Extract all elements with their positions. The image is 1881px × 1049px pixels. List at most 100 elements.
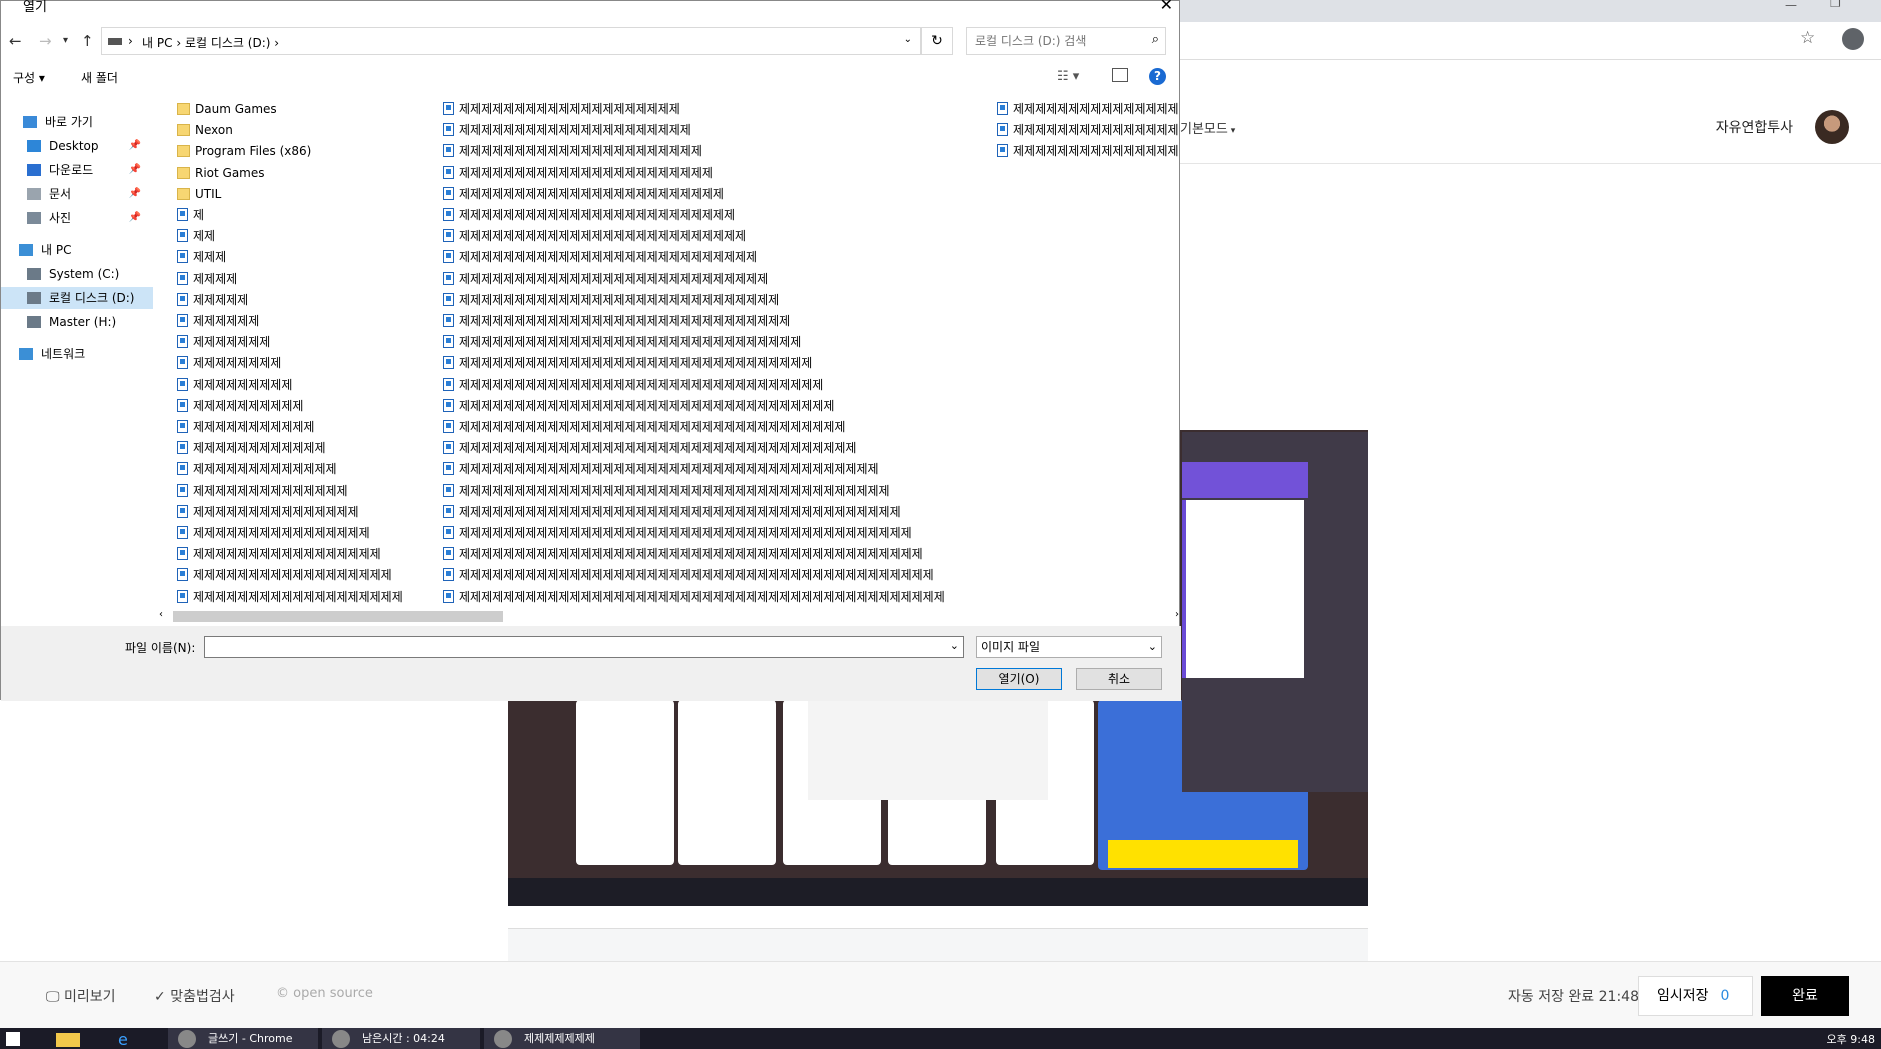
profile-icon[interactable] — [1842, 28, 1864, 50]
file-item[interactable]: 제제제제제제제제제제제제제제제제제제제제제제제제제제제제 — [443, 269, 768, 290]
ie-icon[interactable]: e — [118, 1030, 128, 1049]
file-item[interactable]: 제제제제제제제제제제제제제제제제제제제제제 — [443, 120, 691, 141]
view-options-icon[interactable]: ☷ ▾ — [1057, 69, 1079, 84]
pin-icon[interactable]: 📌 — [129, 207, 141, 229]
file-item[interactable]: 제제제제제제제제제제제제제제제제제제제제제제제제제제제 — [443, 247, 757, 268]
file-item[interactable]: 제제제제제제제제제제제제제제제 — [177, 502, 359, 523]
file-item[interactable]: 제제제제제제제제제제제제제제제제제제제제제제제제제제제제제제제제제제 — [443, 396, 834, 417]
chevron-down-icon[interactable]: ⌄ — [950, 639, 959, 652]
file-item[interactable]: 제제제제 — [177, 269, 237, 290]
file-item[interactable]: 제제제제제제제제제제제제 — [177, 438, 325, 459]
file-item[interactable]: 제제제제제제제제제제제제제제제제제제제제제제제제제제제제제제제제제제제제제제제제… — [443, 565, 934, 586]
nav-item[interactable]: Master (H:) — [1, 311, 153, 333]
file-item[interactable]: 제제제제제제제제제제제제제제제제제제제 — [177, 587, 403, 605]
pin-icon[interactable]: 📌 — [129, 183, 141, 205]
open-button[interactable]: 열기(O) — [976, 668, 1062, 690]
file-item[interactable]: 제제제 — [177, 247, 226, 268]
bookmark-star-icon[interactable]: ☆ — [1800, 28, 1815, 48]
restore-icon[interactable]: ❐ — [1830, 0, 1841, 10]
file-item[interactable]: 제제제제제제제제제제제제제제제제제제제제제제제 — [443, 163, 713, 184]
search-input[interactable] — [975, 28, 1135, 54]
pin-icon[interactable]: 📌 — [129, 159, 141, 181]
nav-item[interactable]: 사진 📌 — [1, 207, 153, 229]
preview-button[interactable]: 🖵 미리보기 — [46, 986, 115, 1006]
user-name[interactable]: 자유연합투사 — [1716, 117, 1793, 137]
recent-dropdown-icon[interactable]: ▾ — [63, 35, 68, 46]
filename-input[interactable] — [208, 637, 928, 657]
draft-save-button[interactable]: 임시저장 0 — [1638, 976, 1753, 1016]
file-item[interactable]: 제제제제제제제제제제제제제제제제제제제제제제제제제제제제제제제제제제제제제제제제… — [443, 544, 923, 565]
file-item[interactable]: 제제제제제제제제제제제제제제제제제제제제제제제제제제제제제제제제제제제제 — [443, 438, 856, 459]
file-item[interactable]: 제제제제제제제제제제제제제제제제제제제제제제제제제제제제제제제제 — [443, 353, 812, 374]
folder-item[interactable]: Daum Games — [177, 99, 277, 120]
close-icon[interactable]: ✕ — [1160, 0, 1173, 14]
taskbar-item[interactable]: 제제제제제제제 — [484, 1028, 640, 1049]
file-item[interactable]: 제제제제제제제제제제제제제제제제제제제제제제제제제제제제제제제제제 — [443, 375, 823, 396]
file-item[interactable]: 제제제제제제제 — [177, 332, 270, 353]
scroll-right-icon[interactable]: › — [1175, 609, 1179, 620]
clock[interactable]: 오후 9:48 — [1827, 1031, 1875, 1047]
file-item[interactable]: 제제제제제제제제제제제제제 — [177, 459, 337, 480]
nav-item[interactable]: Desktop 📌 — [1, 135, 153, 157]
file-item[interactable]: 제제제제제제제제제제제제제제제제제제제제제제제제제제 — [443, 226, 746, 247]
taskbar-item[interactable]: 글쓰기 - Chrome — [168, 1028, 318, 1049]
pin-icon[interactable]: 📌 — [129, 135, 141, 157]
breadcrumb-drive-d[interactable]: 로컬 디스크 (D:) — [185, 36, 270, 50]
spellcheck-button[interactable]: ✓ 맞춤법검사 — [154, 986, 235, 1006]
organize-button[interactable]: 구성 ▾ — [13, 69, 45, 86]
cancel-button[interactable]: 취소 — [1076, 668, 1162, 690]
scroll-left-icon[interactable]: ‹ — [159, 609, 163, 620]
filetype-select[interactable]: 이미지 파일 ⌄ — [976, 636, 1162, 658]
file-item[interactable]: 제제제제제제제제제제제제제제제제제제제제제제제제제제제제제제 — [443, 311, 790, 332]
horizontal-scrollbar[interactable]: ‹ › — [159, 608, 1179, 625]
avatar[interactable] — [1815, 110, 1849, 144]
nav-item[interactable]: 바로 가기 — [1, 111, 153, 133]
forward-arrow-icon[interactable]: → — [39, 32, 52, 50]
file-item[interactable]: 제제제제제제제제제제제제제제제제제제제제제제제제제제제제제제제제제제제제제제제제… — [997, 141, 1179, 162]
chevron-down-icon[interactable]: ⌄ — [904, 34, 912, 45]
file-item[interactable]: 제제제제제제제제제제제제제제제제제제제제제제제제제제제제제제제제제제제제제제제제… — [443, 587, 945, 605]
mode-dropdown[interactable]: 기본모드 ▾ — [1180, 118, 1235, 137]
nav-item[interactable]: 로컬 디스크 (D:) — [1, 287, 153, 309]
file-item[interactable]: 제제제제제제제제제제제제제제제제제제제제제제제제제제제제제제제제제제제제제제제 — [443, 481, 890, 502]
folder-item[interactable]: Nexon — [177, 120, 233, 141]
file-item[interactable]: 제제제제제제제제제제제제제제제제제제제제제제제제제제제제제제제제제제제 — [443, 417, 845, 438]
nav-item[interactable]: System (C:) — [1, 263, 153, 285]
nav-item[interactable]: 내 PC — [1, 239, 153, 261]
complete-button[interactable]: 완료 — [1761, 976, 1849, 1016]
file-item[interactable]: 제제제제제제제제제제제제제제제제제제제제제제제제제제제제제제제제제제제제제제 — [443, 459, 879, 480]
file-item[interactable]: 제제제제제제제제제제제제제제제제제제 — [177, 565, 392, 586]
file-item[interactable]: 제제제제제제제제제제제 — [177, 417, 314, 438]
new-folder-button[interactable]: 새 폴더 — [81, 69, 118, 86]
taskbar-item[interactable]: 남은시간 : 04:24 — [322, 1028, 480, 1049]
file-item[interactable]: 제제제제제제제제 — [177, 353, 281, 374]
folder-item[interactable]: Program Files (x86) — [177, 141, 311, 162]
file-item[interactable]: 제제제제제제제제제제제제제제제제제제제제 — [443, 99, 680, 120]
file-item[interactable]: 제제제제제제제제제제제제제제제제제제제제제제제제제제제제제제제제제제제제제제제제 — [443, 502, 901, 523]
windows-start-icon[interactable] — [6, 1032, 20, 1046]
folder-item[interactable]: Riot Games — [177, 163, 265, 184]
nav-item[interactable]: 다운로드 📌 — [1, 159, 153, 181]
folder-item[interactable]: UTIL — [177, 184, 221, 205]
help-icon[interactable]: ? — [1149, 68, 1166, 85]
file-item[interactable]: 제제제제제제제제제제제제제제제제 — [177, 523, 370, 544]
file-item[interactable]: 제제제제제제제제제제제제제제제제제제제제제제제제제제제제제제제제제제제제제제제제… — [443, 523, 912, 544]
scrollbar-thumb[interactable] — [173, 611, 503, 622]
search-box[interactable]: ⌕ — [966, 27, 1166, 55]
file-item[interactable]: 제 — [177, 205, 204, 226]
nav-item[interactable]: 문서 📌 — [1, 183, 153, 205]
file-item[interactable]: 제제제제제제제제제제제제제제제제제제제제제제제제제제제제제제제제제제제제제제제제… — [997, 99, 1179, 120]
file-item[interactable]: 제제제제제제제제제제제제제제제제제제제제제제제제제제제제제 — [443, 290, 779, 311]
file-item[interactable]: 제제제제제제제제제 — [177, 375, 292, 396]
file-item[interactable]: 제제제제제 — [177, 290, 248, 311]
file-item[interactable]: 제제제제제제제제제제제제제제제제제제제제제제제제제 — [443, 205, 735, 226]
preview-pane-icon[interactable] — [1112, 68, 1128, 82]
file-item[interactable]: 제제제제제제제제제제제제제제 — [177, 481, 348, 502]
address-bar[interactable]: › 내 PC › 로컬 디스크 (D:) › ⌄ — [101, 27, 921, 55]
up-arrow-icon[interactable]: ↑ — [81, 32, 94, 50]
file-item[interactable]: 제제 — [177, 226, 215, 247]
breadcrumb-pc[interactable]: 내 PC — [142, 36, 172, 50]
refresh-icon[interactable]: ↻ — [921, 27, 953, 55]
file-item[interactable]: 제제제제제제제제제제제제제제제제제 — [177, 544, 381, 565]
back-arrow-icon[interactable]: ← — [9, 32, 22, 50]
